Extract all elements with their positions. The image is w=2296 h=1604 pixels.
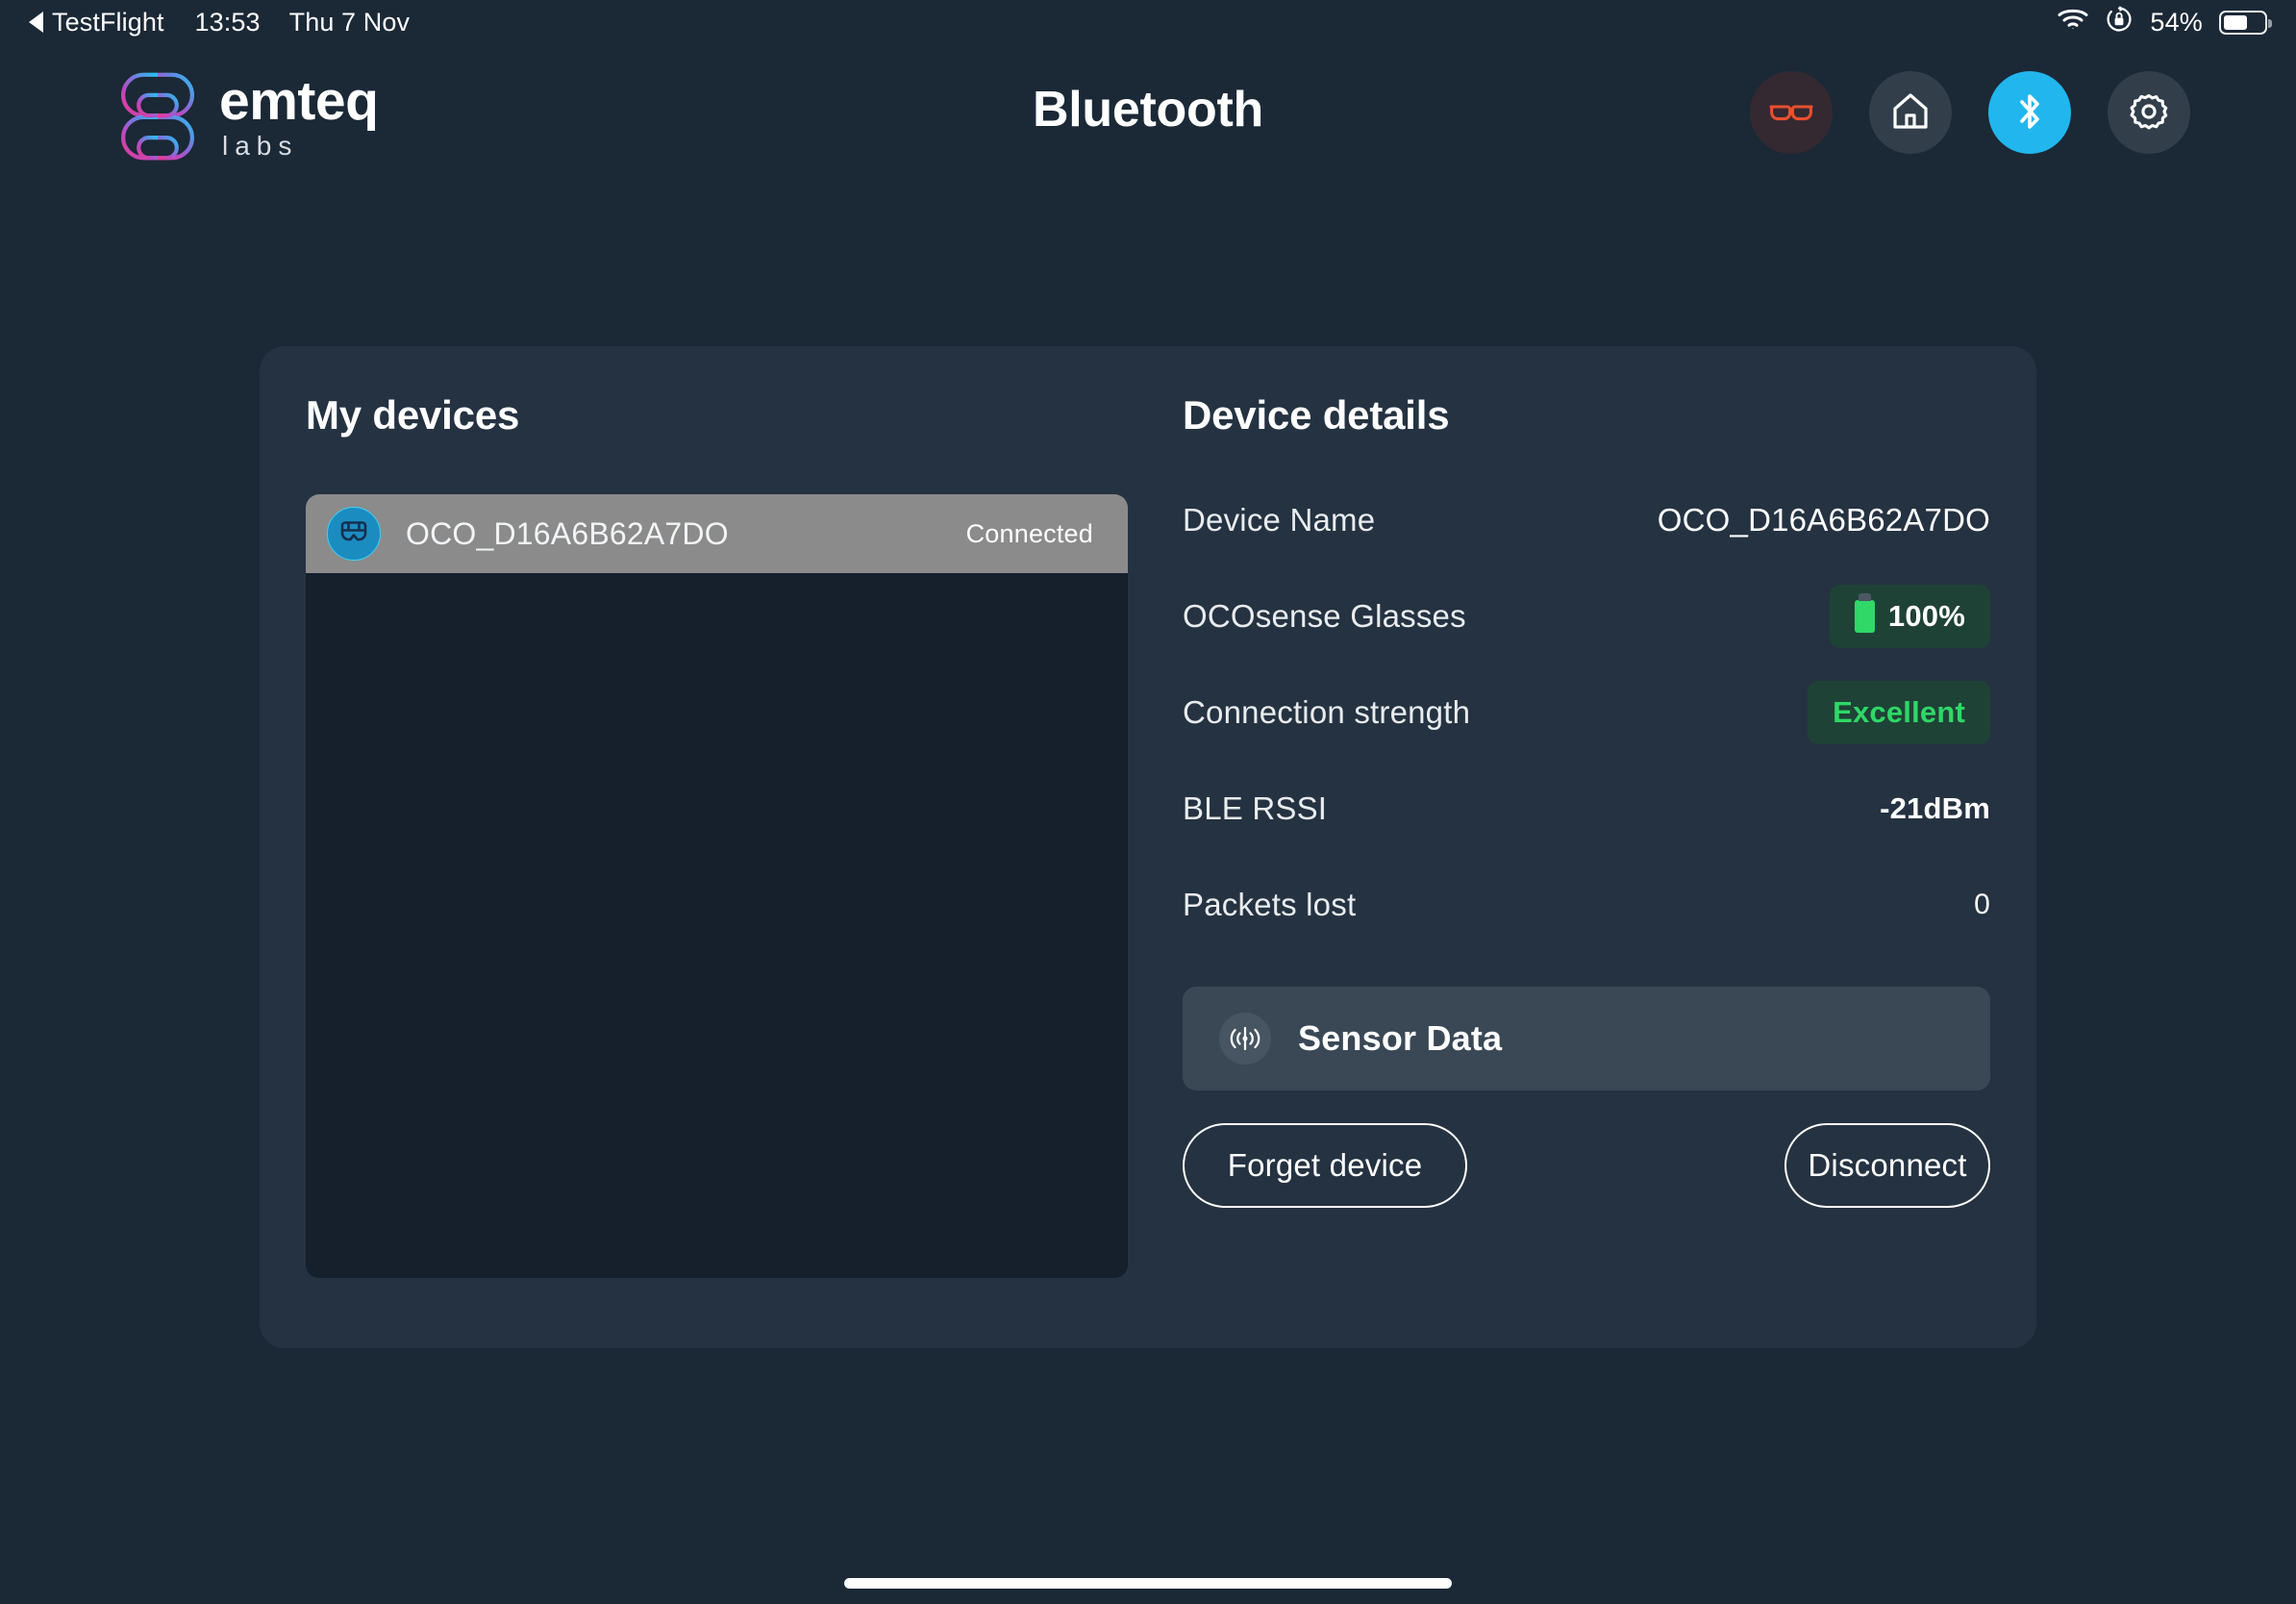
triangle-left-icon[interactable] xyxy=(29,12,43,33)
device-status-label: Connected xyxy=(965,518,1093,548)
battery-level-icon xyxy=(1854,593,1875,633)
device-name-label: OCO_D16A6B62A7DO xyxy=(406,515,729,551)
home-icon xyxy=(1890,91,1931,135)
header-button-home[interactable] xyxy=(1869,71,1952,154)
status-bar-battery-percent: 54% xyxy=(2150,7,2203,37)
detail-row-device-name: Device Name OCO_D16A6B62A7DO xyxy=(1183,489,1990,552)
detail-row-connection-strength: Connection strength Excellent xyxy=(1183,681,1990,744)
packets-lost-value: 0 xyxy=(1974,889,1990,920)
sensor-data-button[interactable]: Sensor Data xyxy=(1183,987,1990,1090)
connection-strength-label: Excellent xyxy=(1833,695,1965,729)
battery-icon xyxy=(2219,10,2272,35)
device-action-buttons: Forget device Disconnect xyxy=(1183,1123,1990,1208)
header-button-settings[interactable] xyxy=(2108,71,2190,154)
sensor-data-label: Sensor Data xyxy=(1298,1018,1503,1058)
device-details-column: Device details Device Name OCO_D16A6B62A… xyxy=(1183,392,1990,1208)
status-bar-date: Thu 7 Nov xyxy=(288,7,411,37)
detail-label: Device Name xyxy=(1183,502,1376,538)
detail-label: BLE RSSI xyxy=(1183,790,1328,826)
wifi-icon xyxy=(2058,8,2088,38)
header-action-bar xyxy=(1750,71,2190,154)
status-bar-left: TestFlight 13:53 Thu 7 Nov xyxy=(29,8,410,38)
glasses-icon xyxy=(1769,97,1813,129)
bluetooth-card: My devices OCO_D16A6B62A7DO Connected De… xyxy=(260,346,2036,1348)
ios-status-bar: TestFlight 13:53 Thu 7 Nov 54% xyxy=(0,0,2296,44)
app-header: emteq labs Bluetooth xyxy=(0,44,2296,188)
detail-row-ble-rssi: BLE RSSI -21dBm xyxy=(1183,777,1990,840)
battery-percent-label: 100% xyxy=(1887,599,1965,633)
header-button-bluetooth[interactable] xyxy=(1988,71,2071,154)
ble-rssi-value: -21dBm xyxy=(1880,791,1990,825)
status-bar-time: 13:53 xyxy=(194,7,261,37)
detail-label: Connection strength xyxy=(1183,694,1471,730)
app-root: TestFlight 13:53 Thu 7 Nov 54% emteq lab… xyxy=(0,0,2296,1604)
my-devices-column: My devices OCO_D16A6B62A7DO Connected xyxy=(306,392,1128,1278)
status-bar-right: 54% xyxy=(2058,5,2272,40)
detail-label: OCOsense Glasses xyxy=(1183,598,1466,634)
device-list-item[interactable]: OCO_D16A6B62A7DO Connected xyxy=(306,494,1128,573)
detail-label: Packets lost xyxy=(1183,887,1357,922)
detail-value-device-name: OCO_D16A6B62A7DO xyxy=(1657,502,1990,538)
broadcast-signal-icon xyxy=(1219,1013,1271,1065)
device-details-title: Device details xyxy=(1183,392,1450,438)
disconnect-button[interactable]: Disconnect xyxy=(1784,1123,1990,1208)
connection-strength-badge: Excellent xyxy=(1808,681,1990,744)
glasses-avatar-icon xyxy=(327,507,381,561)
bluetooth-icon xyxy=(2012,89,2047,137)
gear-icon xyxy=(2128,90,2170,136)
detail-row-packets-lost: Packets lost 0 xyxy=(1183,873,1990,937)
header-button-glasses[interactable] xyxy=(1750,71,1833,154)
device-list[interactable]: OCO_D16A6B62A7DO Connected xyxy=(306,494,1128,1278)
my-devices-title: My devices xyxy=(306,392,520,438)
forget-device-button[interactable]: Forget device xyxy=(1183,1123,1467,1208)
detail-row-battery: OCOsense Glasses 100% xyxy=(1183,585,1990,648)
rotation-lock-icon xyxy=(2105,5,2134,40)
battery-status-badge: 100% xyxy=(1829,585,1990,648)
home-indicator[interactable] xyxy=(844,1578,1452,1589)
status-bar-back-app-label[interactable]: TestFlight xyxy=(52,8,164,38)
